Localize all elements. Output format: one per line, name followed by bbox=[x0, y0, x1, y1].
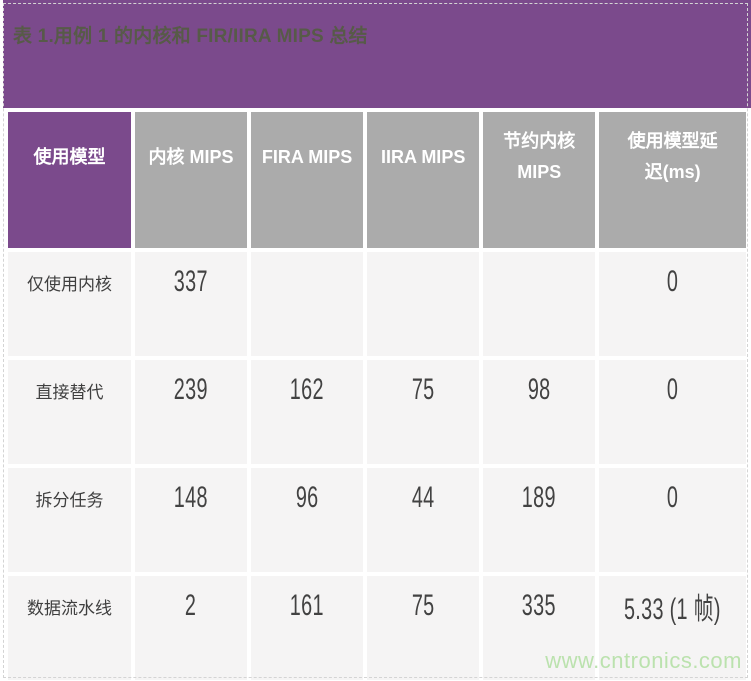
data-cell: 2 bbox=[135, 576, 248, 680]
data-cell: 44 bbox=[367, 468, 480, 572]
cell-value: 0 bbox=[666, 481, 679, 514]
cell-value: 335 bbox=[522, 589, 557, 622]
table-title: 表 1.用例 1 的内核和 FIR/IIRA MIPS 总结 bbox=[13, 26, 368, 47]
data-cell: 96 bbox=[251, 468, 364, 572]
data-cell: 189 bbox=[483, 468, 596, 572]
col-header-label: 使用模型 bbox=[33, 146, 106, 167]
row-label: 数据流水线 bbox=[8, 576, 131, 680]
cell-value: 148 bbox=[174, 481, 209, 514]
data-cell: 148 bbox=[135, 468, 248, 572]
data-cell: 337 bbox=[135, 252, 248, 356]
cell-value: 239 bbox=[174, 373, 209, 406]
data-cell bbox=[251, 252, 364, 356]
col-header-model-latency: 使用模型延迟(ms) bbox=[599, 112, 746, 248]
data-cell bbox=[367, 252, 480, 356]
col-header-saved-core-mips: 节约内核 MIPS bbox=[483, 112, 596, 248]
table-title-banner: 表 1.用例 1 的内核和 FIR/IIRA MIPS 总结 bbox=[3, 0, 751, 108]
col-header-label: 使用模型延迟(ms) bbox=[627, 131, 718, 182]
cell-value: 5.33 (1 帧) bbox=[624, 593, 722, 626]
site-watermark: www.cntronics.com bbox=[545, 648, 742, 673]
cell-value: 75 bbox=[411, 589, 435, 622]
col-header-usage-model: 使用模型 bbox=[8, 112, 131, 248]
col-header-label: 节约内核 MIPS bbox=[503, 131, 576, 182]
cell-value: 75 bbox=[411, 373, 435, 406]
data-cell: 161 bbox=[251, 576, 364, 680]
row-label: 直接替代 bbox=[8, 360, 131, 464]
data-cell: 0 bbox=[599, 468, 746, 572]
cell-value: 0 bbox=[666, 373, 679, 406]
data-cell: 239 bbox=[135, 360, 248, 464]
data-cell: 98 bbox=[483, 360, 596, 464]
data-cell: 162 bbox=[251, 360, 364, 464]
mips-table: 使用模型 内核 MIPS FIRA MIPS IIRA MIPS 节约内核 MI… bbox=[8, 112, 746, 680]
cell-value: 2 bbox=[185, 589, 197, 622]
table-figure: 表 1.用例 1 的内核和 FIR/IIRA MIPS 总结 使用模型 内核 M… bbox=[0, 0, 751, 681]
col-header-core-mips: 内核 MIPS bbox=[135, 112, 248, 248]
cell-value: 44 bbox=[411, 481, 435, 514]
data-cell: 0 bbox=[599, 360, 746, 464]
cell-value: 98 bbox=[527, 373, 551, 406]
col-header-fira-mips: FIRA MIPS bbox=[251, 112, 364, 248]
row-label: 拆分任务 bbox=[8, 468, 131, 572]
data-cell: 0 bbox=[599, 252, 746, 356]
cell-value: 96 bbox=[295, 481, 319, 514]
cell-value: 162 bbox=[290, 373, 325, 406]
cell-value: 161 bbox=[290, 589, 325, 622]
col-header-iira-mips: IIRA MIPS bbox=[367, 112, 480, 248]
cell-value: 337 bbox=[174, 265, 209, 298]
row-label: 仅使用内核 bbox=[8, 252, 131, 356]
col-header-label: 内核 MIPS bbox=[148, 146, 234, 167]
col-header-label: IIRA MIPS bbox=[380, 146, 466, 167]
cell-value: 189 bbox=[522, 481, 557, 514]
cell-value: 0 bbox=[666, 265, 679, 298]
data-cell bbox=[483, 252, 596, 356]
data-cell: 75 bbox=[367, 360, 480, 464]
col-header-label: FIRA MIPS bbox=[261, 146, 353, 167]
data-cell: 75 bbox=[367, 576, 480, 680]
